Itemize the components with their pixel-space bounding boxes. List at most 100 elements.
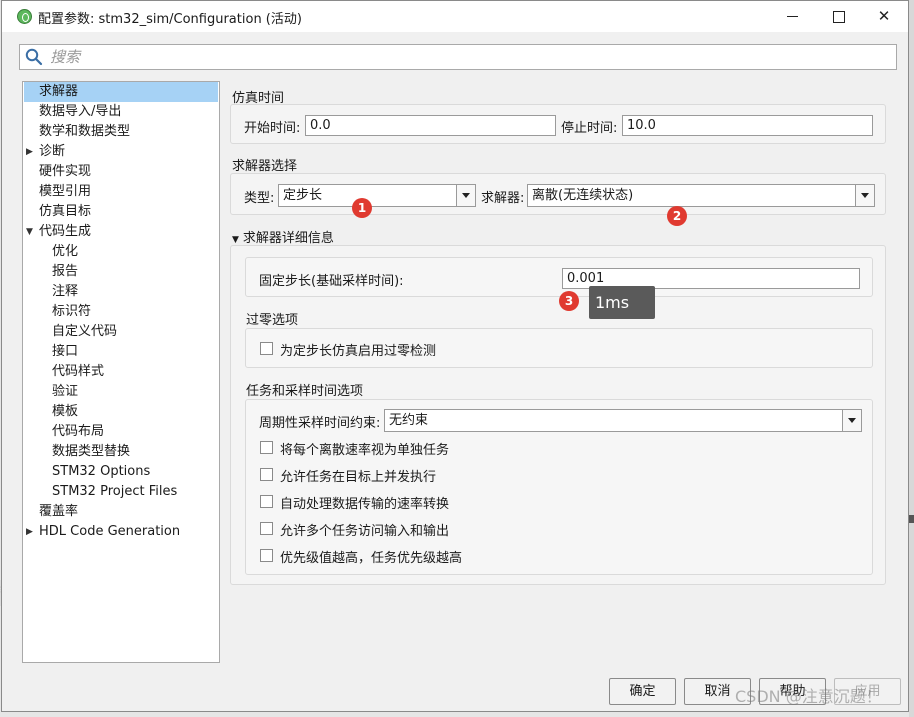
tree-item-comments[interactable]: 注释 xyxy=(52,282,78,302)
option-checkbox[interactable] xyxy=(260,495,273,508)
tree-item-type-replacement[interactable]: 数据类型替换 xyxy=(52,442,130,462)
tree-item-label: 代码布局 xyxy=(52,424,105,439)
tree-item-code-gen[interactable]: ▼ 代码生成 xyxy=(26,222,92,242)
tree-item-label: 接口 xyxy=(52,344,79,359)
config-dialog: 配置参数: stm32_sim/Configuration (活动) ✕ 求解器… xyxy=(1,0,909,712)
tree-item-solver[interactable]: 求解器 xyxy=(24,82,218,102)
stop-time-label: 停止时间: xyxy=(561,121,618,136)
start-time-label: 开始时间: xyxy=(244,121,301,136)
annotation-tooltip: 1ms xyxy=(589,286,655,319)
tree-item-hdl-codegen[interactable]: ▶ HDL Code Generation xyxy=(26,522,181,542)
solver-type-value: 定步长 xyxy=(283,188,323,203)
solver-select-heading: 求解器选择 xyxy=(232,159,298,174)
zero-crossing-group: 为定步长仿真启用过零检测 xyxy=(245,328,873,368)
tree-item-stm32-options[interactable]: STM32 Options xyxy=(52,462,150,482)
solver-details-heading[interactable]: ▼ 求解器详细信息 xyxy=(232,227,334,246)
solver-type-label: 类型: xyxy=(244,191,275,206)
solver-type-dropdown[interactable]: 定步长 xyxy=(278,184,476,207)
tree-item-label: 代码生成 xyxy=(39,224,92,239)
background-window-strip xyxy=(909,0,914,717)
periodic-constraint-dropdown[interactable]: 无约束 xyxy=(384,409,862,432)
tree-item-coverage[interactable]: 覆盖率 xyxy=(39,502,78,522)
chevron-down-icon[interactable] xyxy=(855,185,874,206)
tree-item-code-style[interactable]: 代码样式 xyxy=(52,362,104,382)
tree-item-label: 诊断 xyxy=(39,144,66,159)
stop-time-input[interactable]: 10.0 xyxy=(622,115,873,136)
option-label: 允许任务在目标上并发执行 xyxy=(280,470,437,485)
tree-item-sim-target[interactable]: 仿真目标 xyxy=(39,202,91,222)
category-tree[interactable]: 求解器 数据导入/导出 数学和数据类型 ▶ 诊断 硬件实现 模型引用 仿真目标 ▼… xyxy=(22,81,220,663)
tree-item-label: 优化 xyxy=(52,244,79,259)
tree-item-label: 模型引用 xyxy=(39,184,92,199)
window-title: 配置参数: stm32_sim/Configuration (活动) xyxy=(38,12,302,27)
tree-item-label: 标识符 xyxy=(52,304,92,319)
annotation-badge: 2 xyxy=(667,206,687,226)
title-bar[interactable]: 配置参数: stm32_sim/Configuration (活动) ✕ xyxy=(2,1,908,32)
tree-item-stm32-project-files[interactable]: STM32 Project Files xyxy=(52,482,177,502)
tree-item-interface[interactable]: 接口 xyxy=(52,342,78,362)
tree-item-label: HDL Code Generation xyxy=(39,524,181,539)
ok-button[interactable]: 确定 xyxy=(609,678,676,705)
search-box[interactable] xyxy=(19,44,897,70)
periodic-constraint-value: 无约束 xyxy=(389,413,429,428)
zero-crossing-heading: 过零选项 xyxy=(246,313,299,328)
tree-item-label: 自定义代码 xyxy=(52,324,118,339)
tree-item-optimization[interactable]: 优化 xyxy=(52,242,78,262)
collapse-arrow-icon[interactable]: ▼ xyxy=(232,235,239,245)
search-icon xyxy=(25,48,43,66)
option-checkbox[interactable] xyxy=(260,549,273,562)
tree-item-diagnostics[interactable]: ▶ 诊断 xyxy=(26,142,66,162)
option-label: 允许多个任务访问输入和输出 xyxy=(280,524,450,539)
solver-select-group: 类型: 定步长 求解器: 离散(无连续状态) xyxy=(230,173,886,215)
tree-item-label: 注释 xyxy=(52,284,79,299)
chevron-down-icon[interactable] xyxy=(842,410,861,431)
expand-arrow-icon[interactable]: ▶ xyxy=(26,522,33,542)
option-checkbox[interactable] xyxy=(260,441,273,454)
periodic-constraint-label: 周期性采样时间约束: xyxy=(259,416,381,431)
solver-value: 离散(无连续状态) xyxy=(532,188,634,203)
zero-crossing-checkbox[interactable] xyxy=(260,342,273,355)
sim-time-group: 开始时间: 0.0 停止时间: 10.0 xyxy=(230,104,886,144)
tree-item-hardware[interactable]: 硬件实现 xyxy=(39,162,91,182)
maximize-button[interactable] xyxy=(815,1,861,32)
tree-item-label: 覆盖率 xyxy=(39,504,79,519)
solver-details-group: 固定步长(基础采样时间): 0.001 过零选项 为定步长仿真启用过零检测 任务… xyxy=(230,245,886,585)
tree-item-label: 代码样式 xyxy=(52,364,105,379)
tree-item-code-layout[interactable]: 代码布局 xyxy=(52,422,104,442)
option-label: 优先级值越高，任务优先级越高 xyxy=(280,551,463,566)
collapse-arrow-icon[interactable]: ▼ xyxy=(26,222,33,242)
close-button[interactable]: ✕ xyxy=(861,1,907,32)
tree-item-report[interactable]: 报告 xyxy=(52,262,78,282)
csdn-watermark: CSDN @注意沉题！ xyxy=(735,687,882,706)
option-label: 将每个离散速率视为单独任务 xyxy=(280,443,450,458)
chevron-down-icon[interactable] xyxy=(456,185,475,206)
tree-item-model-ref[interactable]: 模型引用 xyxy=(39,182,91,202)
tree-item-identifiers[interactable]: 标识符 xyxy=(52,302,91,322)
tree-item-label: 数学和数据类型 xyxy=(39,124,131,139)
tree-item-label: STM32 Project Files xyxy=(52,484,178,499)
tree-item-verification[interactable]: 验证 xyxy=(52,382,78,402)
tree-item-label: 求解器 xyxy=(39,84,79,99)
zero-crossing-label: 为定步长仿真启用过零检测 xyxy=(280,344,437,359)
minimize-button[interactable] xyxy=(769,1,815,32)
expand-arrow-icon[interactable]: ▶ xyxy=(26,142,33,162)
tree-item-templates[interactable]: 模板 xyxy=(52,402,78,422)
search-input[interactable] xyxy=(48,47,888,67)
tree-item-label: 报告 xyxy=(52,264,79,279)
start-time-input[interactable]: 0.0 xyxy=(305,115,556,136)
option-label: 自动处理数据传输的速率转换 xyxy=(280,497,450,512)
option-checkbox[interactable] xyxy=(260,522,273,535)
tree-item-label: 数据类型替换 xyxy=(52,444,131,459)
tree-item-label: 硬件实现 xyxy=(39,164,92,179)
tree-item-label: 仿真目标 xyxy=(39,204,92,219)
tree-item-label: 数据导入/导出 xyxy=(39,104,122,119)
tree-item-label: 模板 xyxy=(52,404,79,419)
tree-item-custom-code[interactable]: 自定义代码 xyxy=(52,322,117,342)
simulink-app-icon xyxy=(17,9,32,24)
tree-item-data-io[interactable]: 数据导入/导出 xyxy=(39,102,121,122)
solver-dropdown[interactable]: 离散(无连续状态) xyxy=(527,184,875,207)
tasking-heading: 任务和采样时间选项 xyxy=(246,384,364,399)
tree-item-math-types[interactable]: 数学和数据类型 xyxy=(39,122,130,142)
background-window-mark xyxy=(909,515,914,523)
option-checkbox[interactable] xyxy=(260,468,273,481)
